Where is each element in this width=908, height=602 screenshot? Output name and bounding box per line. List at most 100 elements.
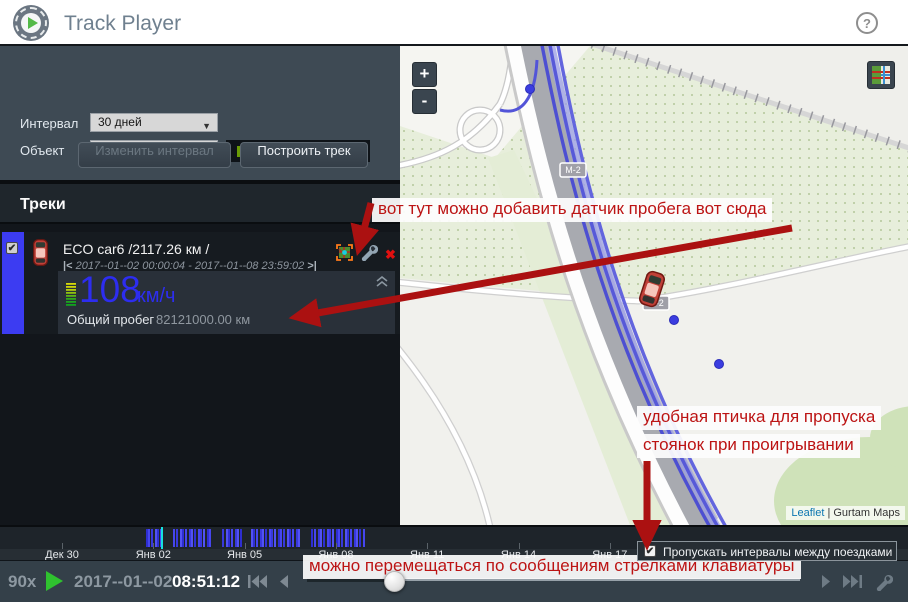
timeline-activity-bar	[173, 529, 175, 547]
slider-knob[interactable]	[384, 571, 405, 592]
timeline-activity-bar	[320, 529, 322, 547]
timeline-activity-bar	[194, 529, 196, 547]
timeline-activity-bar	[329, 529, 331, 547]
app-logo-play-icon	[13, 5, 49, 41]
attribution-text: | Gurtam Maps	[827, 507, 900, 519]
play-icon[interactable]	[46, 571, 63, 591]
object-label: Объект	[20, 143, 64, 158]
track-list: ✔ ECO car6 /2117.26 км / |< 2017--01--02…	[0, 230, 400, 525]
annotation-skip-line2: стоянок при проигрывании	[637, 434, 860, 458]
timeline-activity-bar	[292, 529, 294, 547]
timeline-activity-bar	[231, 529, 233, 547]
timeline-activity-bar	[363, 529, 365, 547]
timeline-tick	[427, 543, 428, 549]
change-interval-button[interactable]: Изменить интервал	[78, 142, 231, 168]
interval-label: Интервал	[20, 116, 78, 131]
timeline-activity-bar	[323, 529, 325, 547]
timeline-activity-bar	[209, 529, 211, 547]
timeline-tick	[519, 543, 520, 549]
collapse-chevrons-icon[interactable]	[375, 275, 389, 293]
timeline-activity-bar	[191, 529, 193, 547]
mileage-label: Общий пробег	[67, 312, 154, 327]
layers-icon	[872, 66, 890, 84]
timeline-activity-bar	[289, 529, 291, 547]
timeline-activity-bar	[148, 529, 150, 547]
timeline-activity-bar	[222, 529, 224, 547]
timeline-activity-bar	[256, 529, 258, 547]
step-back-button[interactable]	[278, 575, 289, 593]
timeline-tick	[336, 543, 337, 549]
timeline-activity-bar	[157, 529, 159, 547]
track-item: ✔ ECO car6 /2117.26 км / |< 2017--01--02…	[0, 232, 400, 334]
chevron-down-icon: ▼	[202, 118, 211, 135]
timeline-activity-bar	[347, 529, 349, 547]
map-layers-button[interactable]	[867, 61, 895, 89]
car-icon	[32, 238, 49, 272]
help-icon[interactable]: ?	[856, 12, 878, 34]
timeline-activity-bar	[350, 529, 352, 547]
track-select-bar[interactable]: ✔	[2, 232, 24, 334]
timeline-tick	[245, 543, 246, 549]
svg-text:М-2: М-2	[565, 165, 581, 175]
timeline-activity-bar	[185, 529, 187, 547]
timeline-activity-bar	[341, 529, 343, 547]
timeline-activity-bar	[298, 529, 300, 547]
track-name: ECO car6 /2117.26 км /	[63, 241, 209, 257]
timeline-activity-bar	[176, 529, 178, 547]
interval-value: 30 дней	[98, 115, 142, 129]
playhead-cursor[interactable]	[161, 527, 163, 549]
playback-time: 08:51:12	[172, 572, 240, 592]
player-settings-wrench-icon[interactable]	[875, 573, 893, 596]
timeline-activity-bar	[182, 529, 184, 547]
tracks-section-header: Треки	[0, 180, 400, 224]
timeline-tick	[62, 543, 63, 549]
timeline-activity-bar	[311, 529, 313, 547]
timeline-activity-bar	[203, 529, 205, 547]
annotation-skip-line1: удобная птичка для пропуска	[637, 406, 881, 430]
tracks-title: Треки	[20, 196, 66, 214]
track-checkbox[interactable]: ✔	[6, 242, 18, 254]
timeline-activity-bar	[253, 529, 255, 547]
timeline-activity-bar	[262, 529, 264, 547]
skip-to-start-button[interactable]	[248, 575, 267, 593]
skip-intervals-checkbox[interactable]: ✔	[644, 545, 656, 557]
speed-gauge-icon	[66, 283, 77, 313]
speed-value: 108	[79, 269, 141, 311]
playback-date: 2017--01--02	[74, 572, 172, 592]
timeline-activity-bar	[338, 529, 340, 547]
timeline-activity-bar	[332, 529, 334, 547]
step-forward-button[interactable]	[821, 575, 832, 593]
timeline-activity-bar	[265, 529, 267, 547]
skip-intervals-panel: ✔ Пропускать интервалы между поездками	[637, 541, 897, 561]
locate-track-map-icon[interactable]	[336, 244, 353, 266]
zoom-out-button[interactable]: -	[412, 89, 437, 114]
mileage-value: 82121000.00 км	[156, 312, 250, 327]
timeline-activity-bar	[271, 529, 273, 547]
timeline-activity-bar	[314, 529, 316, 547]
leaflet-link[interactable]: Leaflet	[791, 507, 824, 519]
left-panel: Интервал 30 дней ▼ Объект ECO car6 ▼ Изм…	[0, 46, 400, 525]
skip-intervals-label[interactable]: Пропускать интервалы между поездками	[663, 545, 892, 559]
skip-to-end-button[interactable]	[843, 575, 862, 593]
timeline-activity-bar	[274, 529, 276, 547]
speed-panel: 108 км/ч Общий пробег 82121000.00 км	[58, 271, 395, 334]
timeline-tick	[610, 543, 611, 549]
app-window: Track Player ? Интервал 30 дней ▼ Объект…	[0, 0, 908, 602]
build-track-button[interactable]: Построить трек	[240, 142, 368, 168]
playback-speed[interactable]: 90x	[8, 572, 36, 592]
map-attribution: Leaflet | Gurtam Maps	[786, 506, 905, 520]
annotation-sensor: вот тут можно добавить датчик пробега во…	[372, 198, 772, 222]
interval-select[interactable]: 30 дней ▼	[90, 113, 218, 132]
timeline-activity-bar	[359, 529, 361, 547]
track-settings-wrench-icon[interactable]	[360, 243, 378, 266]
app-title: Track Player	[64, 12, 181, 36]
controls-panel: Интервал 30 дней ▼ Объект ECO car6 ▼ Изм…	[0, 46, 400, 180]
timeline-activity-bar	[356, 529, 358, 547]
remove-track-icon[interactable]: ✖	[385, 247, 396, 263]
timeline-activity-bar	[237, 529, 239, 547]
timeline-activity-bar	[200, 529, 202, 547]
speed-unit: км/ч	[137, 285, 175, 308]
zoom-in-button[interactable]: +	[412, 62, 437, 87]
timeline-activity-bar	[228, 529, 230, 547]
timeline-activity-bar	[280, 529, 282, 547]
